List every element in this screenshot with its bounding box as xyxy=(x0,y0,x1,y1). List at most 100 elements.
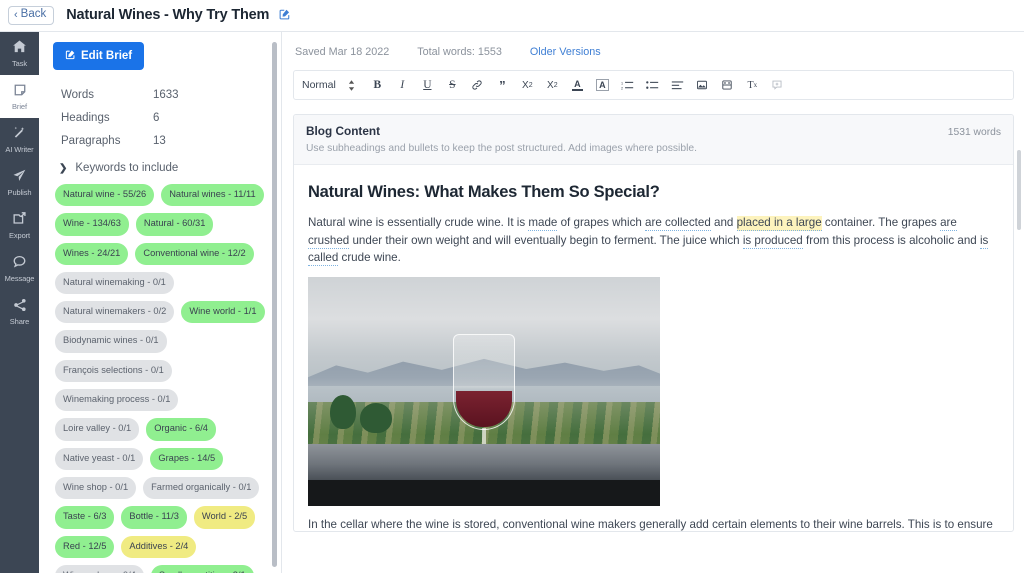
p1-s5: under their own weight and will eventual… xyxy=(349,234,743,247)
keyword-tag[interactable]: Bottle - 11/3 xyxy=(121,506,186,528)
keyword-tag[interactable]: Wine - 134/63 xyxy=(55,213,129,235)
keywords-to-include-label: Keywords to include xyxy=(75,162,178,174)
keyword-tag[interactable]: Wine shop - 0/1 xyxy=(55,477,136,499)
keyword-tag[interactable]: Loire valley - 0/1 xyxy=(55,418,139,440)
keyword-tag[interactable]: Red - 12/5 xyxy=(55,536,114,558)
link-icon[interactable] xyxy=(465,74,490,96)
pencil-square-icon[interactable] xyxy=(279,8,291,24)
highlight-color-icon[interactable]: A xyxy=(590,74,615,96)
stat-value: 1633 xyxy=(153,89,179,101)
keyword-tag[interactable]: Conventional wine - 12/2 xyxy=(135,243,253,265)
p1-highlight[interactable]: placed in a large xyxy=(737,216,822,231)
p2-u1[interactable]: is stored xyxy=(452,518,496,533)
blog-content-body[interactable]: Natural Wines: What Makes Them So Specia… xyxy=(294,165,1013,532)
bold-icon[interactable]: B xyxy=(365,74,390,96)
keyword-tag[interactable]: Natural winemakers - 0/2 xyxy=(55,301,174,323)
sidebar-scrollbar-thumb[interactable] xyxy=(272,42,277,567)
keyword-tag[interactable]: Additives - 2/4 xyxy=(121,536,196,558)
sidebar-item-share[interactable]: Share xyxy=(0,290,39,333)
sidebar-item-label: Message xyxy=(5,274,35,283)
p1-s6: from this process is alcoholic and xyxy=(803,234,980,247)
top-bar: ‹ Back Natural Wines - Why Try Them xyxy=(0,0,1024,32)
keyword-tag[interactable]: Biodynamic wines - 0/1 xyxy=(55,330,167,352)
text-style-select[interactable]: Normal xyxy=(302,79,365,92)
add-comment-icon[interactable] xyxy=(765,74,790,96)
p1-u2[interactable]: are collected xyxy=(645,216,711,231)
superscript-icon[interactable]: X2 xyxy=(540,74,565,96)
p1-u4[interactable]: is produced xyxy=(743,234,803,249)
editor-scrollbar-thumb[interactable] xyxy=(1017,150,1021,230)
keyword-tag[interactable]: World - 2/5 xyxy=(194,506,255,528)
chevron-updown-icon xyxy=(348,79,355,92)
insert-image-icon[interactable] xyxy=(690,74,715,96)
subscript-icon[interactable]: X2 xyxy=(515,74,540,96)
keyword-tag[interactable]: Winemakers - 0/4 xyxy=(55,565,144,573)
blockquote-icon[interactable]: ” xyxy=(490,74,515,96)
editor-meta-bar: Saved Mar 18 2022 Total words: 1553 Olde… xyxy=(283,32,1024,70)
back-button[interactable]: ‹ Back xyxy=(8,6,54,25)
keyword-tag[interactable]: Taste - 6/3 xyxy=(55,506,114,528)
keyword-tag[interactable]: Wine world - 1/1 xyxy=(181,301,264,323)
p1-s3: and xyxy=(711,216,737,229)
wine-glass-vineyard-photo[interactable] xyxy=(308,277,660,506)
sidebar-item-label: Brief xyxy=(12,102,27,111)
keyword-tag[interactable]: Winemaking process - 0/1 xyxy=(55,389,178,411)
p1-s2: of grapes which xyxy=(557,216,645,229)
p1-s7: crude wine. xyxy=(338,251,401,264)
strikethrough-icon[interactable]: S xyxy=(440,74,465,96)
sidebar-item-brief[interactable]: Brief xyxy=(0,75,39,118)
brief-sidebar: Edit Brief Words 1633 Headings 6 Paragra… xyxy=(39,32,282,573)
article-paragraph-1: Natural wine is essentially crude wine. … xyxy=(308,214,999,267)
text-color-icon[interactable]: A xyxy=(565,74,590,96)
keywords-to-include-toggle[interactable]: ❯ Keywords to include xyxy=(59,162,267,174)
p1-u1[interactable]: made xyxy=(528,216,557,231)
keyword-tag[interactable]: Native yeast - 0/1 xyxy=(55,448,143,470)
keyword-tag[interactable]: Organic - 6/4 xyxy=(146,418,216,440)
sidebar-item-publish[interactable]: Publish xyxy=(0,161,39,204)
app-root: ‹ Back Natural Wines - Why Try Them Task xyxy=(0,0,1024,573)
keyword-tag[interactable]: Natural wine - 55/26 xyxy=(55,184,154,206)
insert-video-icon[interactable] xyxy=(715,74,740,96)
sidebar-item-ai-writer[interactable]: AI Writer xyxy=(0,118,39,161)
export-icon xyxy=(12,211,27,230)
edit-brief-label: Edit Brief xyxy=(81,50,132,62)
sidebar-item-message[interactable]: Message xyxy=(0,247,39,290)
p2-u2[interactable]: wine makers generally xyxy=(571,518,686,533)
brief-stats: Words 1633 Headings 6 Paragraphs 13 xyxy=(53,84,267,153)
p1-s4: container. The grapes xyxy=(822,216,940,229)
keyword-tag[interactable]: Farmed organically - 0/1 xyxy=(143,477,259,499)
page-title-text: Natural Wines - Why Try Them xyxy=(66,7,269,23)
magic-wand-icon xyxy=(12,125,27,144)
underline-icon[interactable]: U xyxy=(415,74,440,96)
sidebar-item-label: Task xyxy=(12,59,27,68)
p2-s1: In the cellar where the wine xyxy=(308,518,452,531)
stat-label: Headings xyxy=(61,112,153,124)
keyword-tag[interactable]: Grapes - 14/5 xyxy=(150,448,223,470)
keyword-tag[interactable]: Small quantities - 2/1 xyxy=(151,565,254,573)
chevron-right-icon: ❯ xyxy=(59,163,67,174)
sidebar-item-export[interactable]: Export xyxy=(0,204,39,247)
page-title: Natural Wines - Why Try Them xyxy=(66,7,291,24)
sidebar-item-label: AI Writer xyxy=(5,145,33,154)
keyword-tag[interactable]: François selections - 0/1 xyxy=(55,360,172,382)
edit-brief-button[interactable]: Edit Brief xyxy=(53,42,144,70)
older-versions-link[interactable]: Older Versions xyxy=(530,46,601,58)
keyword-tag[interactable]: Natural wines - 11/11 xyxy=(161,184,263,206)
photo-glass-bowl xyxy=(453,334,515,430)
italic-icon[interactable]: I xyxy=(390,74,415,96)
photo-tree xyxy=(330,395,356,429)
photo-foreground xyxy=(308,480,660,505)
sidebar-item-task[interactable]: Task xyxy=(0,32,39,75)
keyword-tag[interactable]: Natural - 60/31 xyxy=(136,213,214,235)
clear-format-icon[interactable]: Tx xyxy=(740,74,765,96)
keyword-tag[interactable]: Natural winemaking - 0/1 xyxy=(55,272,174,294)
bullet-list-icon[interactable] xyxy=(640,74,665,96)
stat-label: Words xyxy=(61,89,153,101)
text-style-value: Normal xyxy=(302,79,336,91)
ordered-list-icon[interactable]: 12 xyxy=(615,74,640,96)
back-button-label: Back xyxy=(21,9,47,21)
home-icon xyxy=(12,39,27,58)
svg-text:1: 1 xyxy=(621,81,623,85)
align-icon[interactable] xyxy=(665,74,690,96)
keyword-tag[interactable]: Wines - 24/21 xyxy=(55,243,128,265)
